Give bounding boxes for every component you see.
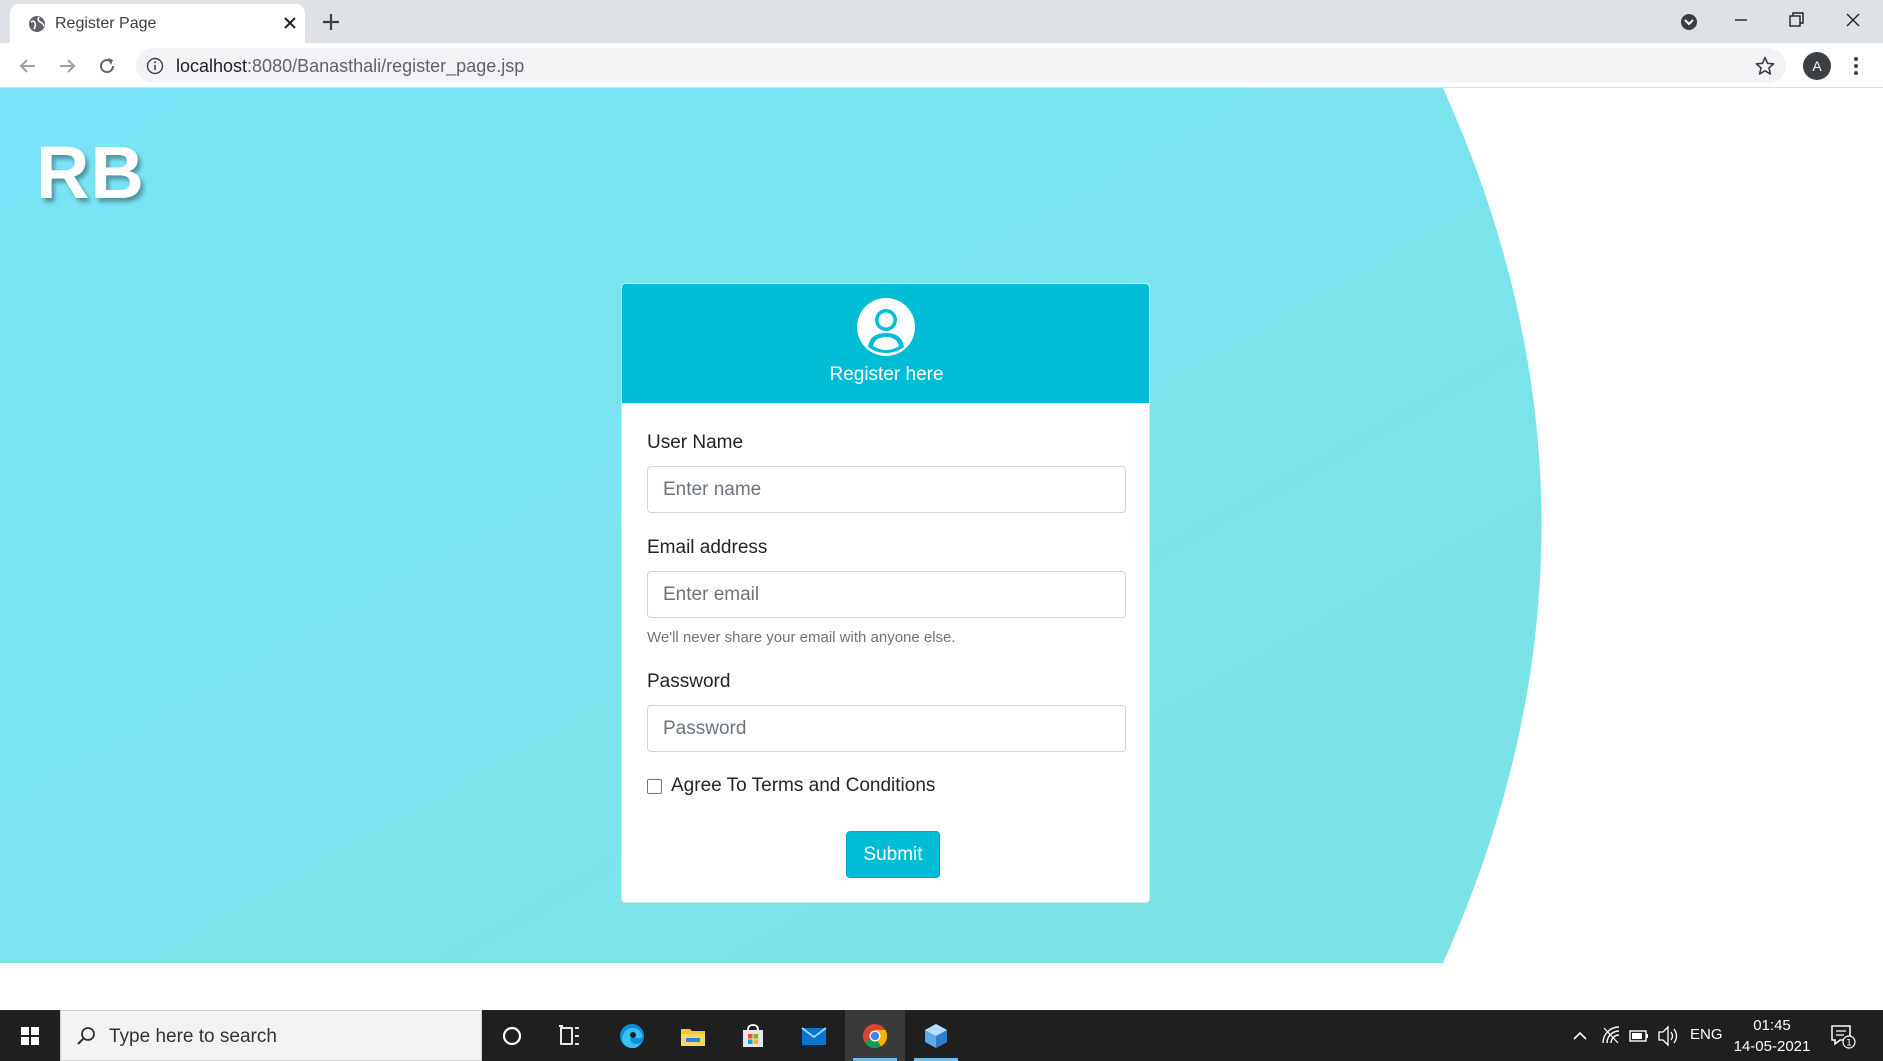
- site-info-icon[interactable]: [146, 57, 164, 75]
- 3d-viewer-app[interactable]: [906, 1010, 966, 1061]
- input-language[interactable]: ENG: [1690, 1026, 1723, 1043]
- notification-count: 1: [1846, 1039, 1852, 1049]
- address-bar[interactable]: localhost:8080/Banasthali/register_page.…: [136, 48, 1786, 83]
- close-window-icon[interactable]: [1841, 8, 1865, 32]
- taskbar-search-placeholder: Type here to search: [109, 1026, 277, 1047]
- browser-tab[interactable]: Register Page: [10, 4, 305, 43]
- profile-avatar[interactable]: A: [1803, 52, 1831, 80]
- card-header: Register here: [622, 284, 1149, 403]
- close-tab-icon[interactable]: [280, 13, 300, 33]
- search-icon: [77, 1027, 95, 1045]
- 3d-viewer-icon: [925, 1024, 947, 1048]
- edge-icon: [620, 1024, 644, 1049]
- back-arrow-icon[interactable]: [16, 54, 40, 78]
- globe-icon: [29, 16, 45, 32]
- task-view-icon: [559, 1025, 579, 1045]
- browser-toolbar: localhost:8080/Banasthali/register_page.…: [0, 43, 1883, 88]
- terms-checkbox[interactable]: [647, 779, 662, 794]
- reload-icon[interactable]: [95, 54, 119, 78]
- submit-button[interactable]: Submit: [846, 831, 940, 878]
- email-label: Email address: [647, 537, 768, 558]
- file-explorer-icon: [681, 1029, 705, 1046]
- form-heading: Register here: [829, 364, 944, 385]
- email-input[interactable]: [647, 571, 1126, 618]
- mail-app[interactable]: [784, 1010, 844, 1061]
- chrome-app[interactable]: [845, 1010, 905, 1061]
- url-host: localhost: [176, 56, 248, 76]
- show-hidden-icons-icon[interactable]: [1570, 1010, 1590, 1061]
- password-input[interactable]: [647, 705, 1126, 752]
- system-clock[interactable]: 01:45 14-05-2021: [1727, 1015, 1817, 1057]
- battery-icon[interactable]: [1628, 1010, 1650, 1061]
- bookmark-star-icon[interactable]: [1754, 55, 1776, 77]
- user-circle-icon: [857, 298, 915, 356]
- register-card: Register here User Name Email address We…: [621, 283, 1150, 903]
- restore-icon[interactable]: [1784, 8, 1808, 32]
- url-path: :8080/Banasthali/register_page.jsp: [247, 56, 525, 76]
- windows-logo-icon: [21, 1027, 39, 1045]
- new-tab-icon[interactable]: [320, 11, 342, 33]
- email-help-text: We'll never share your email with anyone…: [647, 629, 956, 646]
- password-label: Password: [647, 671, 731, 692]
- more-menu-icon[interactable]: [1846, 55, 1866, 77]
- clock-time: 01:45: [1753, 1017, 1791, 1034]
- mail-icon: [801, 1027, 827, 1045]
- site-logo: RB: [36, 131, 145, 214]
- chrome-icon: [863, 1024, 888, 1049]
- edge-app[interactable]: [602, 1010, 662, 1061]
- notification-center-icon[interactable]: 1: [1829, 1023, 1857, 1049]
- cortana-icon: [502, 1026, 522, 1046]
- forward-arrow-icon[interactable]: [55, 54, 79, 78]
- store-app[interactable]: [723, 1010, 783, 1061]
- task-view-button[interactable]: [540, 1010, 600, 1061]
- tab-search-icon[interactable]: [1678, 11, 1700, 33]
- terms-label[interactable]: Agree To Terms and Conditions: [671, 775, 935, 797]
- clock-date: 14-05-2021: [1733, 1038, 1811, 1055]
- start-button[interactable]: [0, 1010, 60, 1061]
- file-explorer-app[interactable]: [663, 1010, 723, 1061]
- username-input[interactable]: [647, 466, 1126, 513]
- windows-taskbar: Type here to search ENG 01:45 14-05-2021…: [0, 1010, 1883, 1061]
- volume-icon[interactable]: [1656, 1010, 1680, 1061]
- network-icon[interactable]: [1600, 1010, 1622, 1061]
- minimize-icon[interactable]: [1729, 8, 1753, 32]
- cortana-button[interactable]: [482, 1010, 542, 1061]
- username-label: User Name: [647, 432, 744, 453]
- url-text[interactable]: localhost:8080/Banasthali/register_page.…: [176, 56, 524, 77]
- taskbar-search-box[interactable]: Type here to search: [60, 1010, 482, 1061]
- page-viewport: RB Register here User Name Email address…: [0, 88, 1883, 963]
- browser-tabstrip: Register Page: [0, 0, 1883, 43]
- tab-title: Register Page: [55, 15, 157, 32]
- store-icon: [743, 1024, 763, 1047]
